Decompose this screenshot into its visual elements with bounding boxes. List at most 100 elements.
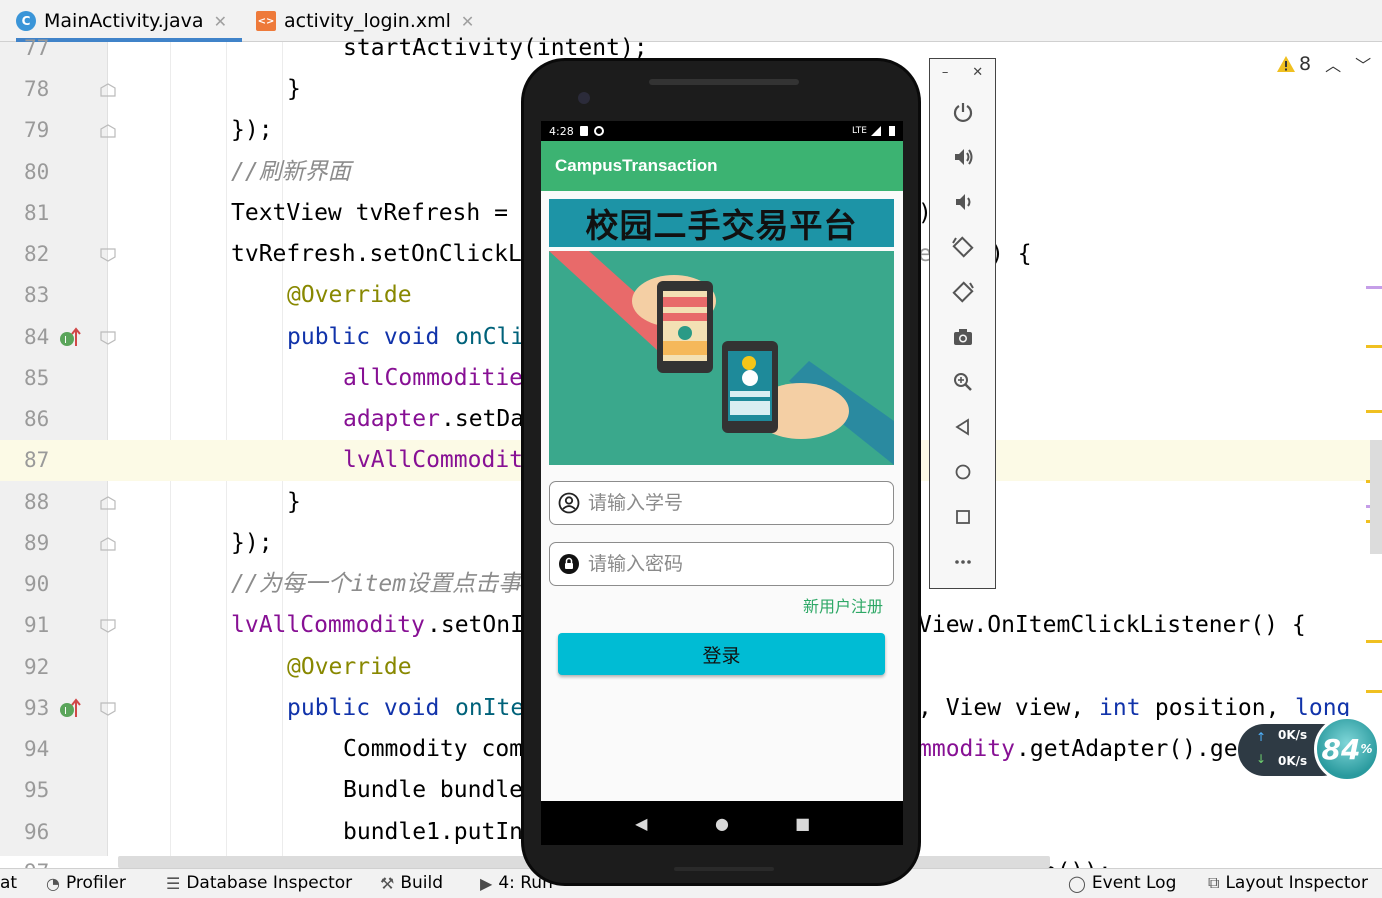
tool-label: Database Inspector [186,873,353,893]
code-comment: //为每一个item设置点击事 [231,571,522,597]
fold-start-icon[interactable] [100,248,116,262]
home-button[interactable] [948,457,978,487]
emulator-phone: 4:28 LTE CampusTransaction 校园二手交易平台 请输入学… [521,58,921,886]
stripe-mark[interactable] [1366,345,1382,348]
tool-label: at [0,873,18,893]
volume-down-button[interactable] [948,187,978,217]
login-button[interactable]: 登录 [558,633,885,675]
platform-banner: 校园二手交易平台 [549,199,894,247]
nav-overview-icon[interactable]: ■ [788,814,818,833]
hero-image [549,251,894,465]
device-screen[interactable]: 4:28 LTE CampusTransaction 校园二手交易平台 请输入学… [541,121,903,801]
stripe-mark[interactable] [1366,690,1382,693]
code-field: lvAllCommodity [231,612,425,638]
student-id-input[interactable] [588,492,878,514]
tool-label: Event Log [1091,873,1177,893]
network-speed-widget[interactable]: ↑ ↓ 0K/s 0K/s 84% [1238,716,1382,782]
rotate-left-button[interactable] [948,232,978,262]
tool-event-log[interactable]: ◯ Event Log [1068,873,1176,893]
stripe-mark[interactable] [1366,286,1382,289]
power-icon [953,103,973,123]
sd-card-icon [579,126,588,136]
more-button[interactable] [948,547,978,577]
fold-end-icon[interactable] [100,537,116,551]
warning-icon [1277,56,1295,72]
line-number: 88 [24,490,50,514]
overview-button[interactable] [948,502,978,532]
code-text: }); [231,117,273,143]
previous-highlight-icon[interactable]: ︿ [1325,52,1341,76]
password-input[interactable] [588,553,878,575]
line-number: 89 [24,531,50,555]
power-button[interactable] [948,97,978,127]
line-number: 94 [24,737,50,761]
implements-method-icon[interactable]: I [58,326,82,350]
rotate-left-icon [952,236,974,258]
line-number: 78 [24,77,50,101]
vertical-scrollbar-thumb[interactable] [1370,440,1382,554]
stripe-mark[interactable] [1366,640,1382,643]
line-number: 77 [24,36,50,60]
close-icon[interactable]: ✕ [972,65,983,80]
volume-up-button[interactable] [948,142,978,172]
memory-percent: 84 [1321,732,1361,766]
code-text: .setDa [441,406,525,432]
upload-arrow-icon: ↑ [1256,730,1267,744]
fold-start-icon[interactable] [100,619,116,633]
code-text: } [287,489,301,515]
fold-start-icon[interactable] [100,702,116,716]
svg-text:I: I [64,335,67,346]
database-icon: ☰ [166,873,181,893]
tool-build[interactable]: ⚒ Build [380,873,443,893]
tool-logcat[interactable]: at [0,873,17,893]
code-text: .setOnI [427,612,524,638]
fold-start-icon[interactable] [100,331,116,345]
code-field: allCommoditie [343,365,524,391]
inspection-warnings[interactable]: 8 ︿ ﹀ [1276,52,1371,76]
layout-inspector-icon: ⧉ [1208,873,1220,892]
minimize-icon[interactable]: – [942,65,949,80]
rotate-right-icon [952,281,974,303]
fold-end-icon[interactable] [100,124,116,138]
rotate-right-button[interactable] [948,277,978,307]
code-comment: //刷新界面 [231,159,351,185]
upload-speed: 0K/s [1278,728,1308,742]
back-button[interactable] [948,412,978,442]
fold-end-icon[interactable] [100,83,116,97]
back-icon [955,418,969,436]
tool-label: Build [400,873,444,893]
nav-home-icon[interactable]: ● [707,814,737,833]
stripe-mark[interactable] [1366,410,1382,413]
line-number: 87 [24,448,50,472]
android-status-bar: 4:28 LTE [541,121,903,141]
line-number: 86 [24,407,50,431]
app-title-bar: CampusTransaction [541,141,903,191]
code-method: onIte [455,695,525,721]
password-field[interactable] [549,542,894,586]
line-number: 81 [24,201,50,225]
line-number: 92 [24,655,50,679]
register-link[interactable]: 新用户注册 [803,593,883,617]
next-highlight-icon[interactable]: ﹀ [1355,52,1371,76]
student-id-field[interactable] [549,481,894,525]
screenshot-icon [954,329,972,345]
tool-database-inspector[interactable]: ☰ Database Inspector [166,873,352,893]
screenshot-button[interactable] [948,322,978,352]
fold-end-icon[interactable] [100,496,116,510]
code-text: tvRefresh.setOnClickL [231,241,522,267]
more-icon [955,560,971,564]
tool-profiler[interactable]: ◔ Profiler [46,873,126,893]
code-keyword: public void [287,695,454,721]
percent-sign: % [1360,742,1373,756]
code-annotation: @Override [287,282,412,308]
nav-back-icon[interactable]: ◀ [626,814,656,833]
line-number: 91 [24,613,50,637]
zoom-button[interactable] [948,367,978,397]
tool-label: Profiler [65,873,126,893]
tool-layout-inspector[interactable]: ⧉ Layout Inspector [1208,873,1368,893]
hammer-icon: ⚒ [380,873,395,893]
memory-usage-ball[interactable]: 84% [1314,716,1380,782]
code-text: ) { [990,241,1032,267]
code-text: bundle1.putIn [343,819,524,845]
implements-method-icon[interactable]: I [58,697,82,721]
